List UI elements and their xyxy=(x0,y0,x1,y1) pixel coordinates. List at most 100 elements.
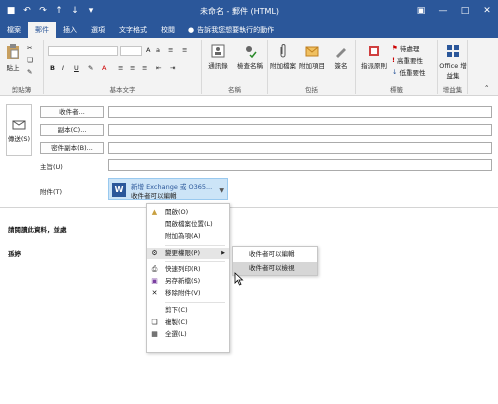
copy-icon[interactable]: ❏ xyxy=(27,56,33,64)
underline-button[interactable]: U xyxy=(74,64,79,72)
menu-separator xyxy=(165,302,225,303)
permission-submenu: 收件者可以編輯 收件者可以檢視 xyxy=(232,246,318,276)
menu-item-copy[interactable]: ❏ 複製(C) xyxy=(147,317,229,328)
down-arrow-icon[interactable]: ↓ xyxy=(68,4,82,18)
address-book-button[interactable]: 通訊錄 xyxy=(204,44,232,70)
menu-item-cut[interactable]: 剪下(C) xyxy=(147,305,229,316)
office-addins-label: Office 增益集 xyxy=(439,62,467,80)
cc-button[interactable]: 副本(C)... xyxy=(40,124,104,136)
follow-up-label: 待處理 xyxy=(399,45,420,53)
menu-item-open-location[interactable]: 開啟檔案位置(L) xyxy=(147,219,229,230)
tab-message[interactable]: 郵件 xyxy=(28,22,56,38)
undo-icon[interactable]: ↶ xyxy=(20,4,34,18)
cut-icon[interactable]: ✂ xyxy=(27,44,32,52)
font-size-box[interactable] xyxy=(120,46,142,56)
tab-options[interactable]: 選項 xyxy=(84,22,112,38)
align-right-icon[interactable]: ≡ xyxy=(142,64,147,72)
permission-icon: ⚙ xyxy=(151,249,158,257)
names-group-label: 名稱 xyxy=(228,86,241,94)
bcc-button[interactable]: 密件副本(B)... xyxy=(40,142,104,154)
redo-icon[interactable]: ↷ xyxy=(36,4,50,18)
attach-file-label: 附加檔案 xyxy=(270,62,296,70)
chevron-down-icon[interactable]: ▼ xyxy=(219,187,224,194)
maximize-icon[interactable]: □ xyxy=(454,0,476,22)
assign-policy-label: 指派原則 xyxy=(361,62,387,70)
subject-field[interactable] xyxy=(108,159,492,171)
cc-field[interactable] xyxy=(108,124,492,136)
menu-separator xyxy=(165,261,225,262)
submenu-item-can-edit[interactable]: 收件者可以編輯 xyxy=(233,248,317,261)
check-names-label: 檢查名稱 xyxy=(237,62,263,70)
menu-item-attach-as-item[interactable]: 附加為項(A) xyxy=(147,231,229,242)
check-names-button[interactable]: 檢查名稱 xyxy=(234,44,266,70)
up-arrow-icon[interactable]: ↑ xyxy=(52,4,66,18)
submenu-item-can-view[interactable]: 收件者可以檢視 xyxy=(233,262,317,275)
menu-item-remove-attachment[interactable]: ✕ 移除附件(V) xyxy=(147,288,229,299)
attach-item-button[interactable]: 附加項目 xyxy=(298,44,326,70)
attach-file-button[interactable]: 附加檔案 xyxy=(270,44,296,70)
follow-up-button[interactable]: ⚑ 待處理 xyxy=(392,43,419,53)
collapse-ribbon-icon[interactable]: ⌃ xyxy=(484,84,489,92)
paperclip-icon xyxy=(280,44,286,58)
decrease-indent-icon[interactable]: ⇤ xyxy=(156,64,161,72)
bullets-icon[interactable]: ≡ xyxy=(168,46,173,54)
numbering-icon[interactable]: ≡ xyxy=(182,46,187,54)
menu-item-save-as[interactable]: ▣ 另存新檔(S) xyxy=(147,276,229,287)
customize-icon[interactable]: ▾ xyxy=(84,4,98,18)
office-addins-button[interactable]: Office 增益集 xyxy=(439,44,467,80)
mouse-cursor-icon xyxy=(234,272,244,286)
tell-me-box[interactable]: ● 告訴我您想要執行的動作 xyxy=(188,22,274,38)
to-field[interactable] xyxy=(108,106,492,118)
increase-indent-icon[interactable]: ⇥ xyxy=(170,64,175,72)
address-book-icon xyxy=(211,44,225,58)
tab-insert[interactable]: 插入 xyxy=(56,22,84,38)
minimize-icon[interactable]: — xyxy=(432,0,454,22)
attachment-chip[interactable]: W 新增 Exchange 或 O365... 收件者可以編輯 ▼ xyxy=(108,178,228,200)
ribbon-tabs: 檔案 郵件 插入 選項 文字格式 校閱 ● 告訴我您想要執行的動作 xyxy=(0,22,498,38)
menu-item-label: 附加為項(A) xyxy=(165,232,201,240)
tell-me-text: 告訴我您想要執行的動作 xyxy=(197,26,275,34)
to-button[interactable]: 收件者... xyxy=(40,106,104,118)
tab-format-text[interactable]: 文字格式 xyxy=(112,22,154,38)
menu-item-label: 快速列印(R) xyxy=(165,265,201,273)
shrink-font-icon[interactable]: a xyxy=(156,46,160,54)
bcc-field[interactable] xyxy=(108,142,492,154)
send-button[interactable]: 傳送(S) xyxy=(6,104,32,156)
signature-button[interactable]: 簽名 xyxy=(328,44,354,70)
menu-item-select-all[interactable]: ▦ 全選(L) xyxy=(147,329,229,340)
high-importance-button[interactable]: ! 高重要性 xyxy=(392,55,423,65)
align-center-icon[interactable]: ≡ xyxy=(130,64,135,72)
policy-icon xyxy=(369,46,379,56)
ribbon-display-icon[interactable]: ▣ xyxy=(410,0,432,22)
save-icon[interactable]: ■ xyxy=(4,4,18,18)
menu-item-change-permission[interactable]: ⚙ 變更權限(P) ▶ xyxy=(147,248,229,259)
print-icon: ⎙ xyxy=(151,265,158,273)
font-name-box[interactable] xyxy=(48,46,118,56)
include-group-label: 包括 xyxy=(305,86,318,94)
grow-font-icon[interactable]: A xyxy=(146,46,150,54)
subject-label: 主旨(U) xyxy=(40,163,63,171)
bold-button[interactable]: B xyxy=(50,64,55,72)
close-icon[interactable]: ✕ xyxy=(476,0,498,22)
low-importance-button[interactable]: ↓ 低重要性 xyxy=(392,67,425,77)
menu-item-open[interactable]: ▲ 開啟(O) xyxy=(147,207,229,218)
header-divider xyxy=(0,207,498,208)
assign-policy-button[interactable]: 指派原則 xyxy=(358,44,390,70)
word-doc-icon: W xyxy=(112,183,126,197)
align-left-icon[interactable]: ≡ xyxy=(118,64,123,72)
lightbulb-icon: ● xyxy=(188,26,195,34)
window-controls: ▣ — □ ✕ xyxy=(410,0,498,22)
format-painter-icon[interactable]: ✎ xyxy=(27,68,32,76)
tab-file[interactable]: 檔案 xyxy=(0,22,28,38)
tab-review[interactable]: 校閱 xyxy=(154,22,182,38)
italic-button[interactable]: I xyxy=(62,64,64,72)
select-all-icon: ▦ xyxy=(151,330,158,338)
save-icon: ▣ xyxy=(151,277,158,285)
down-arrow-icon: ↓ xyxy=(392,68,398,76)
menu-item-quick-print[interactable]: ⎙ 快速列印(R) xyxy=(147,264,229,275)
paste-button[interactable]: 貼上 xyxy=(3,44,23,72)
highlight-icon[interactable]: ✎ xyxy=(88,64,93,72)
tags-group-label: 標籤 xyxy=(390,86,403,94)
font-color-icon[interactable]: A xyxy=(102,64,106,72)
send-icon xyxy=(12,120,26,130)
